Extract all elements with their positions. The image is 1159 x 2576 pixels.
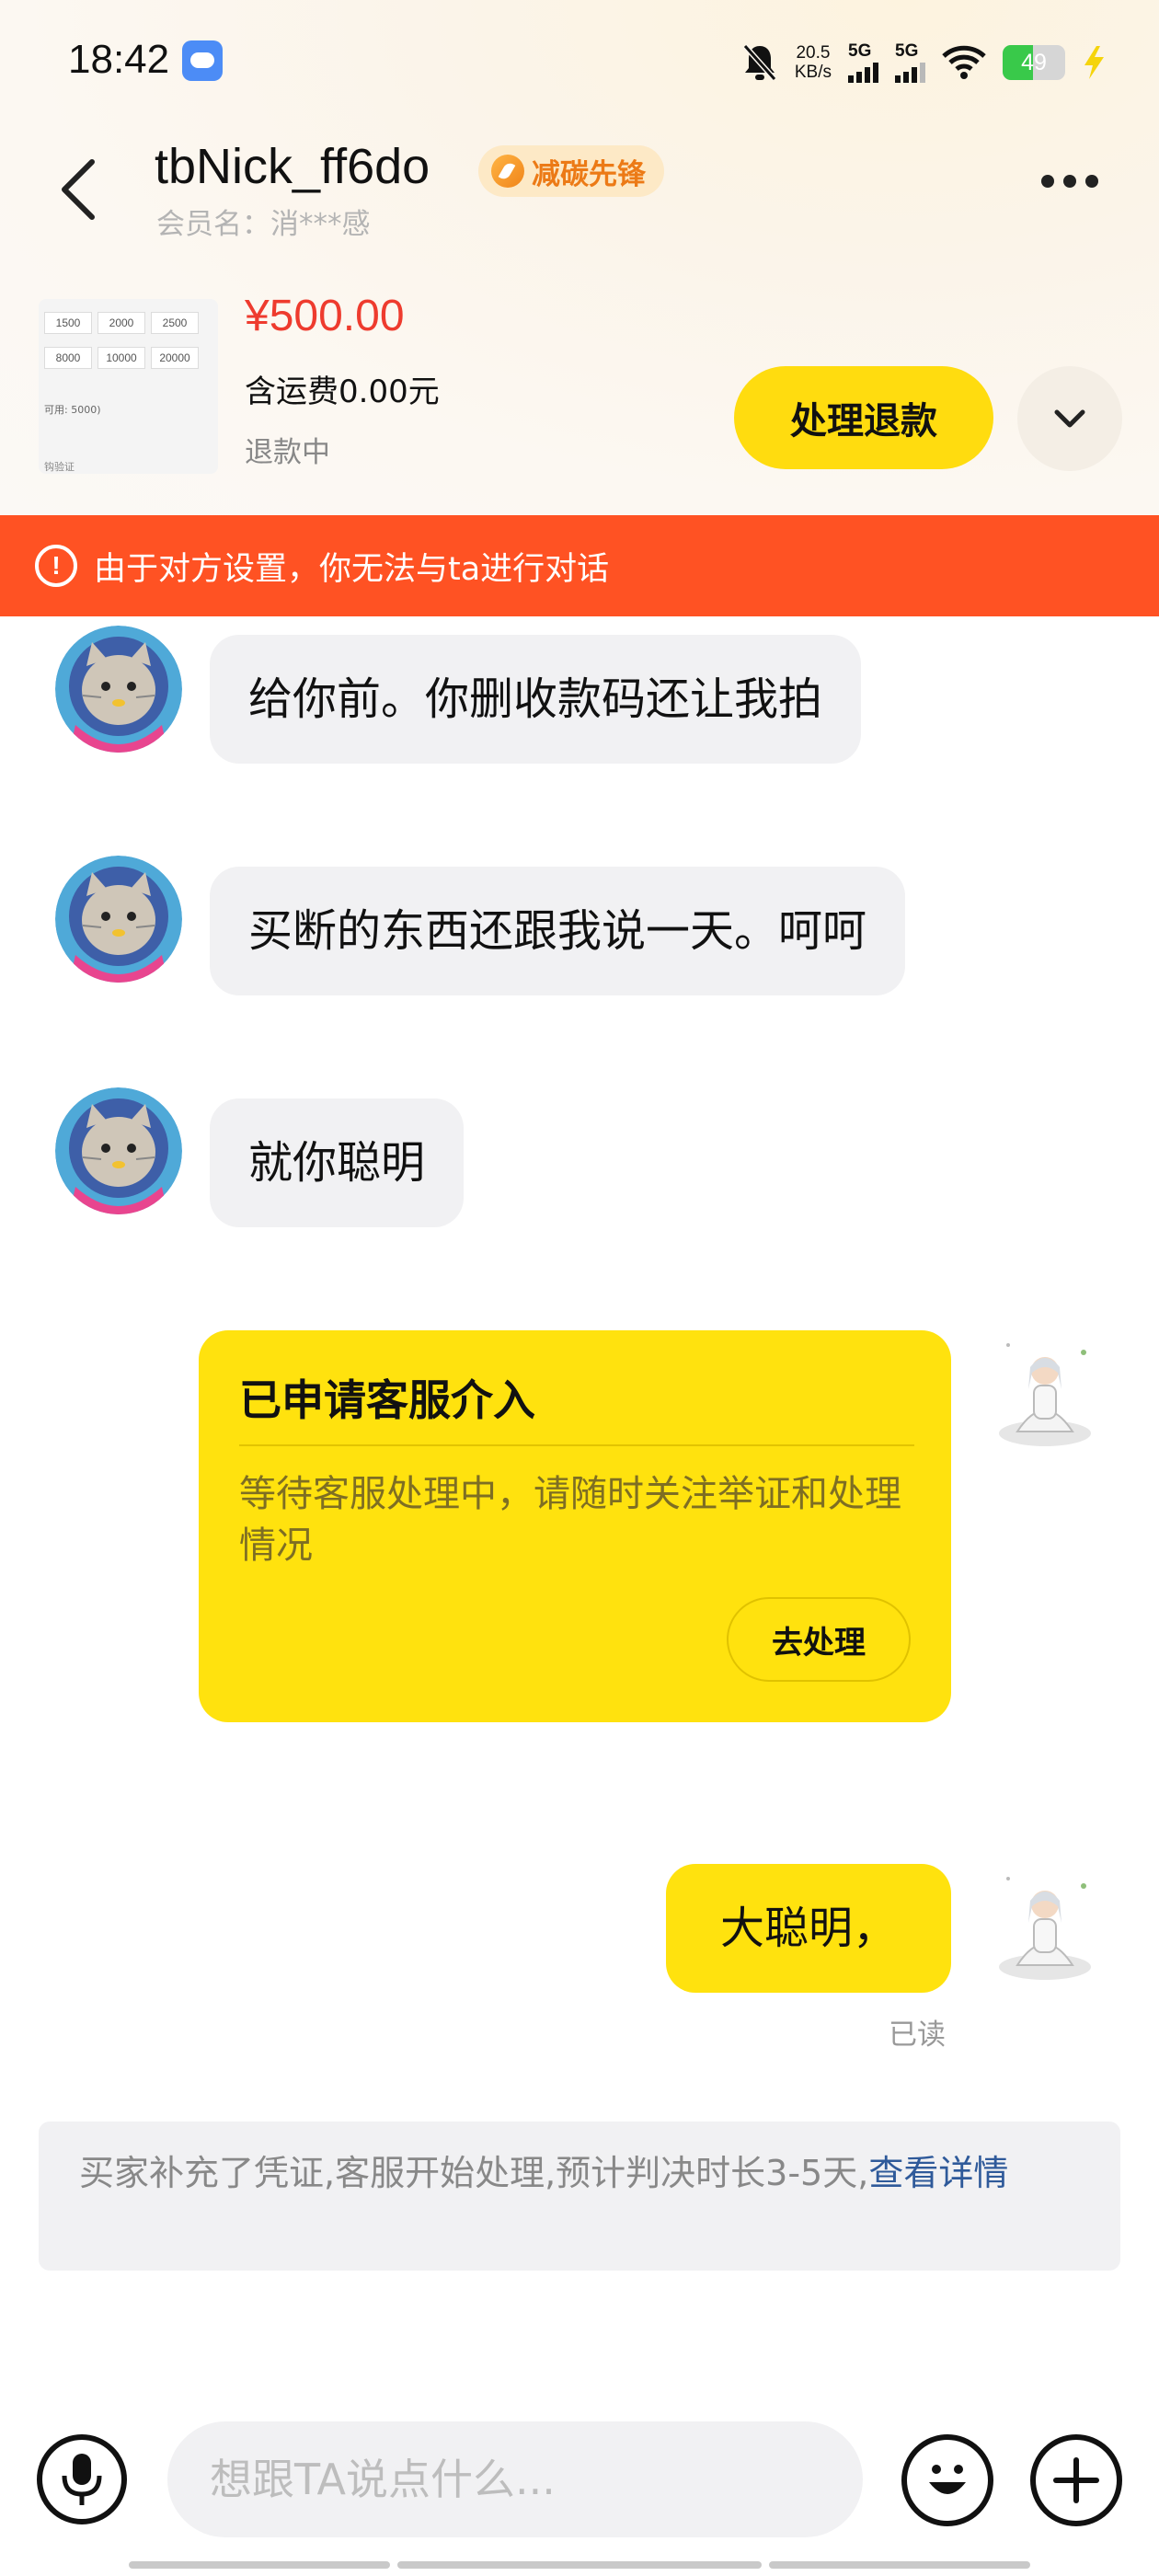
service-card-title: 已申请客服介入 — [239, 1375, 535, 1425]
expand-order-button[interactable] — [1017, 366, 1122, 471]
status-icons: 20.5 KB/s 5G 5G 49 — [741, 35, 1106, 90]
view-details-link[interactable]: 查看详情 — [868, 2153, 1008, 2193]
notice-text: 买家补充了凭证,客服开始处理,预计判决时长3-5天, — [79, 2153, 869, 2193]
my-avatar[interactable] — [981, 1325, 1107, 1452]
thumb-caption: 可用: 5000) — [44, 404, 101, 416]
divider — [239, 1444, 914, 1446]
battery-icon: 49 — [1003, 45, 1065, 80]
meditating-figure-avatar-icon — [999, 1877, 1091, 1980]
sim1-label: 5G — [848, 40, 872, 61]
incoming-message-bubble[interactable]: 就你聪明 — [210, 1098, 465, 1227]
outgoing-message-bubble[interactable]: 大聪明， — [666, 1864, 951, 1993]
more-options-icon[interactable] — [1041, 175, 1098, 188]
emoji-button[interactable] — [901, 2434, 993, 2526]
sim2-label: 5G — [895, 40, 919, 61]
my-avatar[interactable] — [981, 1858, 1107, 1985]
nav-indicator — [769, 2561, 1030, 2569]
microphone-icon — [62, 2454, 102, 2505]
meditating-figure-avatar-icon — [999, 1343, 1091, 1446]
chat-contact-name[interactable]: tbNick_ff6do — [155, 138, 430, 195]
badge-label: 减碳先锋 — [532, 157, 646, 191]
bell-muted-icon — [741, 42, 778, 83]
add-attachment-button[interactable] — [1030, 2434, 1122, 2526]
thumb-cell: 2000 — [98, 312, 145, 334]
cat-avatar-icon — [55, 856, 182, 983]
contact-avatar[interactable] — [55, 856, 182, 983]
leaf-icon — [491, 155, 524, 188]
product-thumbnail[interactable]: 1500 2000 2500 8000 10000 20000 可用: 5000… — [39, 299, 218, 474]
incoming-message-bubble[interactable]: 买断的东西还跟我说一天。呵呵 — [210, 867, 906, 995]
nav-indicator — [397, 2561, 762, 2569]
contact-avatar[interactable] — [55, 626, 182, 753]
nav-indicator — [129, 2561, 390, 2569]
message-input[interactable] — [167, 2421, 863, 2537]
system-notice: 买家补充了凭证,客服开始处理,预计判决时长3-5天,查看详情 — [39, 2122, 1120, 2271]
order-status: 退款中 — [245, 436, 330, 469]
carbon-pioneer-badge[interactable]: 减碳先锋 — [478, 145, 664, 197]
signal-sim2: 5G — [895, 40, 925, 83]
status-bar: 18:42 20.5 KB/s 5G 5G 49 — [0, 0, 1159, 125]
net-speed-unit: KB/s — [794, 63, 832, 82]
charging-bolt-icon — [1082, 45, 1106, 80]
signal-bars-icon — [895, 62, 925, 83]
status-time: 18:42 — [68, 37, 170, 82]
thumb-cell: 2500 — [151, 312, 199, 334]
voice-input-button[interactable] — [37, 2434, 127, 2524]
battery-level: 49 — [1021, 50, 1047, 75]
handle-refund-button[interactable]: 处理退款 — [734, 366, 993, 469]
thumb-caption-2: 钩验证 — [44, 461, 75, 473]
order-price: ¥500.00 — [245, 292, 405, 340]
service-card-description: 等待客服处理中，请随时关注举证和处理情况 — [239, 1473, 901, 1567]
signal-sim1: 5G — [848, 40, 878, 83]
read-receipt: 已读 — [889, 2018, 946, 2052]
contact-avatar[interactable] — [55, 1087, 182, 1214]
net-speed-value: 20.5 — [796, 43, 831, 63]
plus-icon — [1053, 2457, 1099, 2503]
shipping-fee: 含运费0.00元 — [245, 374, 440, 410]
warning-icon: ! — [35, 545, 77, 587]
chevron-down-icon — [1054, 409, 1085, 428]
member-name: 会员名：消***感 — [156, 208, 371, 241]
smiley-icon — [929, 2465, 966, 2494]
back-arrow-icon[interactable] — [55, 156, 103, 223]
cat-avatar-icon — [55, 1087, 182, 1214]
cat-avatar-icon — [55, 626, 182, 753]
signal-bars-icon — [848, 62, 878, 83]
incoming-message-bubble[interactable]: 给你前。你删收款码还让我拍 — [210, 635, 862, 764]
wifi-icon — [942, 45, 986, 80]
thumb-cell: 10000 — [98, 347, 145, 369]
go-handle-button[interactable]: 去处理 — [727, 1597, 911, 1682]
warning-text: 由于对方设置，你无法与ta进行对话 — [94, 550, 610, 588]
thumb-cell: 20000 — [151, 347, 199, 369]
chat-restricted-banner: ! 由于对方设置，你无法与ta进行对话 — [0, 515, 1159, 616]
customer-service-card[interactable]: 已申请客服介入 等待客服处理中，请随时关注举证和处理情况 去处理 — [199, 1330, 951, 1722]
thumb-cell: 1500 — [44, 312, 92, 334]
network-speed: 20.5 KB/s — [795, 43, 832, 82]
thumb-cell: 8000 — [44, 347, 92, 369]
weather-app-icon — [182, 40, 223, 81]
